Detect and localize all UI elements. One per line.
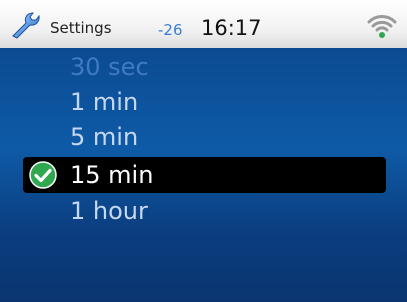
- signal-strength-value: -26: [158, 21, 183, 39]
- clock: 16:17: [201, 16, 262, 40]
- settings-screen: Settings -26 16:17 30 sec 1 min 5 min 15…: [0, 0, 407, 302]
- wifi-icon: [367, 15, 397, 38]
- timeout-option-30sec[interactable]: 30 sec: [70, 52, 149, 82]
- check-circle-icon: [29, 161, 57, 189]
- status-bar: Settings -26 16:17: [0, 0, 407, 48]
- timeout-option-1min[interactable]: 1 min: [70, 87, 138, 117]
- timeout-option-5min[interactable]: 5 min: [70, 122, 138, 152]
- timeout-option-1hour[interactable]: 1 hour: [70, 196, 148, 226]
- page-title: Settings: [50, 19, 112, 37]
- selected-option-label: 15 min: [70, 161, 154, 189]
- timeout-option-15min-selected[interactable]: 15 min: [23, 157, 386, 193]
- wrench-icon: [12, 12, 40, 39]
